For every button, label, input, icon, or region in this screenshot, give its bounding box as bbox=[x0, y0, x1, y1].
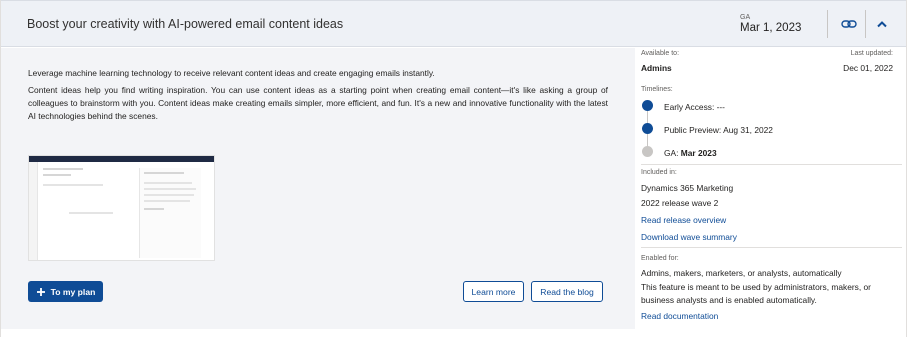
thumbnail-line bbox=[69, 212, 113, 214]
read-blog-button[interactable]: Read the blog bbox=[531, 281, 603, 302]
thumbnail-line bbox=[144, 172, 184, 174]
available-to-value: Admins bbox=[641, 63, 672, 73]
feature-metadata-panel: Available to: Admins Last updated: Dec 0… bbox=[635, 48, 906, 329]
read-documentation-link[interactable]: Read documentation bbox=[641, 311, 718, 321]
ga-date: Mar 1, 2023 bbox=[740, 22, 802, 34]
feature-screenshot-thumbnail[interactable] bbox=[28, 155, 215, 261]
thumbnail-line bbox=[43, 168, 83, 170]
timeline-early-access: Early Access: --- bbox=[664, 102, 725, 112]
thumbnail-line bbox=[144, 200, 190, 202]
header-divider bbox=[865, 10, 866, 38]
thumbnail-line bbox=[43, 184, 103, 186]
thumbnail-line bbox=[43, 174, 71, 176]
feature-details: Leverage machine learning technology to … bbox=[1, 48, 635, 329]
add-to-plan-label: To my plan bbox=[50, 286, 96, 297]
timeline-dot-upcoming bbox=[642, 146, 653, 157]
link-icon bbox=[841, 20, 857, 28]
card-bottom-spacer bbox=[1, 329, 906, 337]
timeline-ga-prefix: GA: bbox=[664, 148, 681, 158]
header-divider bbox=[827, 10, 828, 38]
thumbnail-line bbox=[144, 208, 164, 210]
collapse-button[interactable] bbox=[872, 15, 892, 33]
available-to-label: Available to: bbox=[641, 50, 680, 57]
thumbnail-sidebar bbox=[29, 162, 38, 260]
download-wave-summary-link[interactable]: Download wave summary bbox=[641, 232, 737, 242]
enabled-for-description: This feature is meant to be used by admi… bbox=[641, 282, 871, 305]
thumbnail-line bbox=[144, 188, 196, 190]
thumbnail-line bbox=[144, 182, 192, 184]
included-in-wave: 2022 release wave 2 bbox=[641, 198, 719, 208]
timeline-dot-complete bbox=[642, 100, 653, 111]
section-divider bbox=[641, 247, 902, 248]
feature-lead: Leverage machine learning technology to … bbox=[28, 68, 435, 78]
card-header[interactable]: Boost your creativity with AI-powered em… bbox=[1, 0, 906, 47]
plus-icon bbox=[36, 287, 45, 296]
timeline-ga: GA: Mar 2023 bbox=[664, 148, 717, 158]
read-release-overview-link[interactable]: Read release overview bbox=[641, 215, 726, 225]
timeline-dot-complete bbox=[642, 123, 653, 134]
last-updated-label: Last updated: bbox=[850, 50, 893, 57]
timeline-public-preview: Public Preview: Aug 31, 2022 bbox=[664, 125, 773, 135]
timeline-ga-date: Mar 2023 bbox=[680, 148, 717, 158]
feature-description: Content ideas help you find writing insp… bbox=[28, 85, 608, 121]
last-updated-value: Dec 01, 2022 bbox=[843, 63, 893, 73]
enabled-for-value: Admins, makers, marketers, or analysts, … bbox=[641, 268, 842, 278]
chevron-up-icon bbox=[877, 21, 887, 28]
timelines-label: Timelines: bbox=[641, 86, 673, 93]
included-in-product: Dynamics 365 Marketing bbox=[641, 183, 734, 193]
thumbnail-line bbox=[144, 194, 194, 196]
section-divider bbox=[641, 164, 902, 165]
add-to-plan-button[interactable]: To my plan bbox=[28, 281, 103, 302]
feature-title: Boost your creativity with AI-powered em… bbox=[27, 17, 344, 31]
ga-date-block: GA Mar 1, 2023 bbox=[740, 14, 801, 35]
thumbnail-app-bar bbox=[29, 156, 214, 162]
learn-more-button[interactable]: Learn more bbox=[463, 281, 524, 302]
thumbnail-content-ideas-panel bbox=[139, 168, 201, 258]
ga-label: GA bbox=[740, 14, 751, 21]
included-in-label: Included in: bbox=[641, 169, 677, 176]
copy-link-button[interactable] bbox=[839, 15, 859, 33]
enabled-for-label: Enabled for: bbox=[641, 255, 679, 262]
release-plan-card: Boost your creativity with AI-powered em… bbox=[0, 0, 907, 337]
